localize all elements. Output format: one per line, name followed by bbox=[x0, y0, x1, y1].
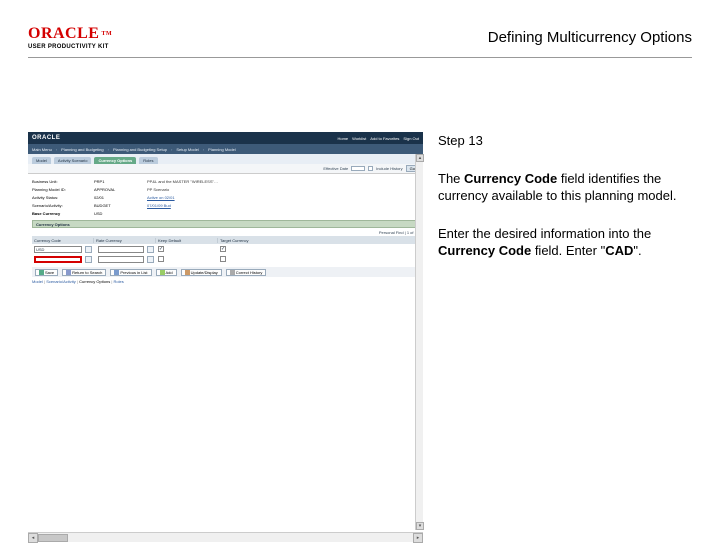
col-keep-default: Keep Default bbox=[156, 238, 218, 243]
grid-header: Currency Code Rate Currency Keep Default… bbox=[32, 236, 419, 244]
currency-options-section: Currency Options bbox=[32, 220, 419, 228]
include-history-label: Include History bbox=[376, 166, 402, 171]
tabs: Model Activity Scenario Currency Options… bbox=[28, 154, 423, 164]
grid-row: USD bbox=[32, 244, 419, 254]
basecur-label: Base Currency bbox=[32, 211, 94, 216]
horizontal-scrollbar[interactable]: ◂ ▸ bbox=[28, 532, 423, 542]
scenario-link[interactable]: 07/01/09 Bud bbox=[147, 203, 192, 208]
save-icon bbox=[39, 270, 44, 275]
keep-default-checkbox-1[interactable] bbox=[158, 246, 164, 252]
lookup-icon[interactable] bbox=[85, 256, 92, 263]
tab-roles[interactable]: Roles bbox=[139, 157, 157, 164]
save-button[interactable]: Save bbox=[35, 269, 58, 276]
update-button[interactable]: Update/Display bbox=[181, 269, 222, 276]
bu-label: Business Unit: bbox=[32, 179, 94, 184]
col-rate-currency: Rate Currency bbox=[94, 238, 156, 243]
col-target-currency: Target Currency bbox=[218, 238, 419, 243]
link-worklist[interactable]: Worklist bbox=[352, 136, 366, 141]
tab-activity[interactable]: Activity Scenario bbox=[54, 157, 92, 164]
crumb-scenario[interactable]: Scenario/Activity bbox=[46, 279, 76, 284]
currency-code-input-2[interactable] bbox=[34, 256, 82, 263]
status-label: Activity Status: bbox=[32, 195, 94, 200]
crumb-currency: Currency Options bbox=[79, 279, 110, 284]
upk-label: USER PRODUCTIVITY KIT bbox=[28, 44, 112, 50]
bu-value: PRP1 bbox=[94, 179, 139, 184]
nav-item[interactable]: Planning and Budgeting bbox=[61, 147, 103, 152]
page-header: ORACLETM USER PRODUCTIVITY KIT Defining … bbox=[28, 22, 692, 58]
filter-row: Effective Date Include History Go bbox=[28, 164, 423, 174]
model-value: APPROVAL bbox=[94, 187, 139, 192]
lookup-icon[interactable] bbox=[147, 246, 154, 253]
basecur-value: USD bbox=[94, 211, 139, 216]
nav-breadcrumb: Main Menu› Planning and Budgeting› Plann… bbox=[28, 144, 423, 154]
prev-icon bbox=[114, 270, 119, 275]
status-link[interactable]: Active on 02/01 bbox=[147, 195, 192, 200]
link-signout[interactable]: Sign Out bbox=[403, 136, 419, 141]
oracle-logo-text: ORACLE bbox=[28, 26, 99, 42]
oracle-logo-block: ORACLETM USER PRODUCTIVITY KIT bbox=[28, 26, 112, 50]
page-title: Defining Multicurrency Options bbox=[488, 29, 692, 46]
lookup-icon[interactable] bbox=[85, 246, 92, 253]
link-fav[interactable]: Add to Favorites bbox=[370, 136, 399, 141]
action-toolbar: Save Return to Search Previous in List A… bbox=[32, 267, 419, 277]
eff-date-label: Effective Date bbox=[323, 166, 348, 171]
scroll-right-icon[interactable]: ▸ bbox=[413, 533, 423, 543]
update-icon bbox=[185, 270, 190, 275]
status-value: 02/01 bbox=[94, 195, 139, 200]
add-icon bbox=[160, 270, 165, 275]
scroll-up-icon[interactable]: ▴ bbox=[416, 154, 424, 162]
lookup-icon[interactable] bbox=[147, 256, 154, 263]
currency-grid: Personal Find | 1 of 1 | Currency Code R… bbox=[32, 230, 419, 264]
return-button[interactable]: Return to Search bbox=[62, 269, 106, 276]
currency-code-value-1[interactable]: USD bbox=[34, 246, 82, 253]
instruction-paragraph-1: The Currency Code field identifies the c… bbox=[438, 170, 692, 205]
nav-item[interactable]: Planning and Budgeting Setup bbox=[113, 147, 167, 152]
rate-currency-input-2[interactable] bbox=[98, 256, 144, 263]
link-home[interactable]: Home bbox=[337, 136, 348, 141]
app-brand: ORACLE bbox=[32, 135, 60, 141]
form-area: Business Unit:PRP1 PP&L and the MASTER "W… bbox=[28, 174, 423, 284]
rate-currency-value-1[interactable] bbox=[98, 246, 144, 253]
crumb-model[interactable]: Model bbox=[32, 279, 43, 284]
tab-currency[interactable]: Currency Options bbox=[94, 157, 136, 164]
instruction-panel: Step 13 The Currency Code field identifi… bbox=[438, 132, 692, 280]
crumb-roles[interactable]: Roles bbox=[114, 279, 124, 284]
return-icon bbox=[66, 270, 71, 275]
instruction-paragraph-2: Enter the desired information into the C… bbox=[438, 225, 692, 260]
step-label: Step 13 bbox=[438, 132, 692, 150]
scenario-label: Scenario/Activity: bbox=[32, 203, 94, 208]
nav-item[interactable]: Main Menu bbox=[32, 147, 52, 152]
scroll-left-icon[interactable]: ◂ bbox=[28, 533, 38, 543]
eff-date-input[interactable] bbox=[351, 166, 365, 171]
correct-icon bbox=[230, 270, 235, 275]
scenario-value: BUDGET bbox=[94, 203, 139, 208]
target-currency-checkbox-2[interactable] bbox=[220, 256, 226, 262]
scroll-thumb[interactable] bbox=[38, 534, 68, 542]
scroll-down-icon[interactable]: ▾ bbox=[416, 522, 424, 530]
keep-default-checkbox-2[interactable] bbox=[158, 256, 164, 262]
grid-row bbox=[32, 254, 419, 264]
nav-item[interactable]: Planning Model bbox=[208, 147, 236, 152]
app-screenshot: ORACLE Home Worklist Add to Favorites Si… bbox=[28, 132, 423, 542]
bu-desc: PP&L and the MASTER "WIRELESS"… bbox=[147, 179, 218, 184]
model-label: Planning Model ID: bbox=[32, 187, 94, 192]
prev-button[interactable]: Previous in List bbox=[110, 269, 151, 276]
vertical-scrollbar[interactable]: ▴ ▾ bbox=[415, 154, 423, 530]
target-currency-checkbox-1[interactable] bbox=[220, 246, 226, 252]
trademark-icon: TM bbox=[101, 31, 112, 37]
oracle-logo: ORACLETM bbox=[28, 26, 112, 42]
bottom-breadcrumb: Model | Scenario/Activity | Currency Opt… bbox=[32, 279, 419, 284]
model-desc: PP Scenario bbox=[147, 187, 169, 192]
app-titlebar: ORACLE Home Worklist Add to Favorites Si… bbox=[28, 132, 423, 144]
add-button[interactable]: Add bbox=[156, 269, 177, 276]
tab-model[interactable]: Model bbox=[32, 157, 51, 164]
nav-item[interactable]: Setup Model bbox=[176, 147, 198, 152]
correct-button[interactable]: Correct History bbox=[226, 269, 267, 276]
include-history-checkbox[interactable] bbox=[368, 166, 373, 171]
app-top-links: Home Worklist Add to Favorites Sign Out bbox=[337, 136, 419, 141]
col-currency-code: Currency Code bbox=[32, 238, 94, 243]
